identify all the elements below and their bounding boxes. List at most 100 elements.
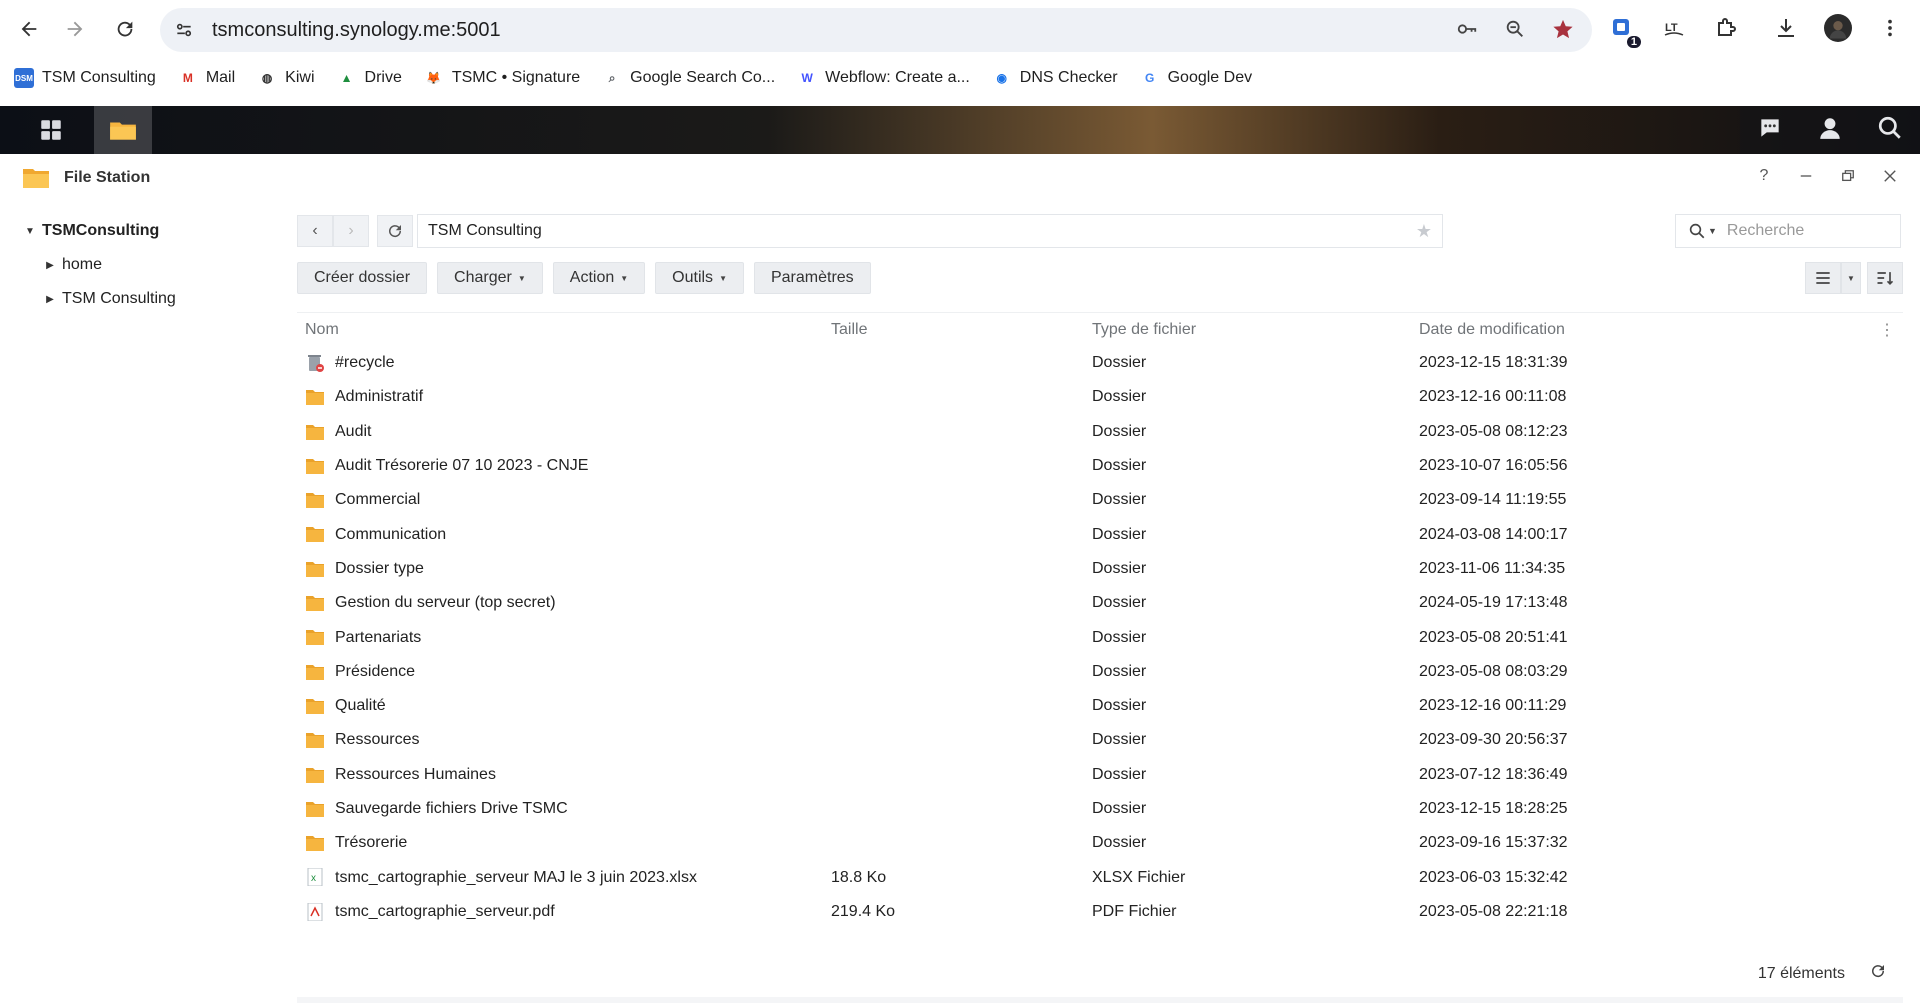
- globe-icon: ◍: [261, 71, 273, 85]
- table-row[interactable]: #recycle Dossier 2023-12-15 18:31:39: [297, 346, 1903, 380]
- column-header-size[interactable]: Taille: [831, 321, 867, 339]
- back-button[interactable]: [12, 12, 46, 46]
- create-folder-button[interactable]: Créer dossier: [297, 262, 428, 294]
- help-button[interactable]: ?: [1754, 166, 1774, 186]
- svg-text:LT: LT: [1665, 22, 1678, 34]
- column-options-icon[interactable]: ⋮: [1879, 320, 1895, 340]
- caret-right-icon[interactable]: ▶: [44, 294, 56, 305]
- bookmark-item[interactable]: W Webflow: Create a...: [797, 68, 970, 88]
- bookmark-item[interactable]: M Mail: [178, 68, 235, 88]
- profile-avatar[interactable]: [1822, 12, 1854, 44]
- search-input[interactable]: ▼ Recherche: [1675, 214, 1901, 248]
- menu-kebab-icon[interactable]: [1874, 12, 1906, 44]
- favorite-star-icon[interactable]: ★: [1416, 221, 1432, 242]
- table-row[interactable]: tsmc_cartographie_serveur.pdf 219.4 Ko PDF…: [297, 895, 1903, 929]
- browser-chrome: tsmconsulting.synology.me:5001 1 LT DSM T…: [0, 0, 1920, 106]
- tree-root-tsmconsulting[interactable]: ▼ TSMConsulting: [0, 214, 280, 248]
- extensions-puzzle-icon[interactable]: [1710, 12, 1742, 44]
- restore-button[interactable]: [1838, 166, 1858, 186]
- column-header-date[interactable]: Date de modification: [1419, 321, 1565, 339]
- bookmark-item[interactable]: 🦊 TSMC • Signature: [424, 68, 580, 88]
- table-row[interactable]: Ressources Dossier 2023-09-30 20:56:37: [297, 723, 1903, 757]
- tree-item-tsm-consulting[interactable]: ▶ TSM Consulting: [0, 282, 280, 316]
- bookmark-item[interactable]: DSM TSM Consulting: [14, 68, 156, 88]
- horizontal-scrollbar[interactable]: [297, 997, 1903, 1003]
- bookmark-item[interactable]: ▲ Drive: [337, 68, 402, 88]
- chat-icon[interactable]: [1757, 115, 1783, 146]
- toolbar: Créer dossier Charger ▼ Action ▼ Outils ▼ P…: [297, 262, 871, 294]
- table-row[interactable]: Partenariats Dossier 2023-05-08 20:51:41: [297, 620, 1903, 654]
- window-title: File Station: [64, 169, 151, 186]
- bookmark-label: Webflow: Create a...: [825, 69, 970, 86]
- file-date: 2023-12-15 18:28:25: [1419, 800, 1568, 817]
- settings-button[interactable]: Paramètres: [753, 262, 871, 294]
- view-dropdown-button[interactable]: ▼: [1841, 262, 1861, 294]
- table-row[interactable]: Communication Dossier 2024-03-08 14:00:17: [297, 517, 1903, 551]
- file-type: Dossier: [1092, 457, 1147, 475]
- address-bar[interactable]: tsmconsulting.synology.me:5001: [160, 8, 1592, 52]
- table-row[interactable]: x tsmc_cartographie_serveur MAJ le 3 juin…: [297, 860, 1903, 894]
- bookmark-item[interactable]: ◉ DNS Checker: [992, 68, 1118, 88]
- reload-button[interactable]: [108, 12, 142, 46]
- download-icon[interactable]: [1770, 12, 1802, 44]
- search-icon[interactable]: [1877, 115, 1903, 146]
- file-station-taskbar-button[interactable]: [94, 106, 152, 154]
- zoom-icon[interactable]: [1502, 16, 1528, 42]
- action-button[interactable]: Action ▼: [552, 262, 646, 294]
- bookmark-star-icon[interactable]: [1550, 16, 1576, 42]
- table-row[interactable]: Commercial Dossier 2023-09-14 11:19:55: [297, 483, 1903, 517]
- bookmark-label: Drive: [364, 69, 402, 86]
- table-row[interactable]: Audit Dossier 2023-05-08 08:12:23: [297, 415, 1903, 449]
- table-row[interactable]: Dossier type Dossier 2023-11-06 11:34:35: [297, 552, 1903, 586]
- upload-button[interactable]: Charger ▼: [437, 262, 543, 294]
- site-info-icon[interactable]: [166, 12, 202, 48]
- table-row[interactable]: Sauvegarde fichiers Drive TSMC Dossier 202…: [297, 792, 1903, 826]
- forward-button[interactable]: [58, 12, 92, 46]
- tools-button[interactable]: Outils ▼: [655, 262, 744, 294]
- status-refresh-icon[interactable]: [1869, 962, 1887, 985]
- caret-down-icon[interactable]: ▼: [1708, 226, 1717, 236]
- sort-button[interactable]: [1867, 262, 1903, 294]
- caret-right-icon[interactable]: ▶: [44, 260, 56, 271]
- file-name: Ressources: [335, 731, 420, 749]
- file-date: 2023-05-08 08:12:23: [1419, 422, 1568, 440]
- table-row[interactable]: Audit Trésorerie 07 10 2023 - CNJE Dossie…: [297, 449, 1903, 483]
- xlsx-file-icon: x: [305, 867, 325, 887]
- tree-item-home[interactable]: ▶ home: [0, 248, 280, 282]
- refresh-button[interactable]: [377, 215, 413, 247]
- file-name: Sauvegarde fichiers Drive TSMC: [335, 800, 568, 817]
- table-row[interactable]: Ressources Humaines Dossier 2023-07-12 18:…: [297, 758, 1903, 792]
- languagetool-icon[interactable]: LT: [1658, 12, 1690, 44]
- window-titlebar[interactable]: File Station ?: [0, 154, 1920, 202]
- caret-down-icon[interactable]: ▼: [24, 226, 36, 237]
- user-icon[interactable]: [1817, 115, 1843, 146]
- path-back-button[interactable]: ‹: [297, 215, 333, 247]
- bookmark-item[interactable]: G Google Dev: [1140, 68, 1252, 88]
- table-row[interactable]: Gestion du serveur (top secret) Dossier 20…: [297, 586, 1903, 620]
- minimize-button[interactable]: [1796, 166, 1816, 186]
- path-forward-button[interactable]: ›: [333, 215, 369, 247]
- path-field[interactable]: TSM Consulting ★: [417, 214, 1443, 248]
- extension-tab-manager-icon[interactable]: 1: [1606, 12, 1641, 48]
- folder-icon: [305, 423, 325, 441]
- column-header-name[interactable]: Nom: [305, 321, 339, 339]
- status-bar: 17 éléments: [1758, 962, 1887, 985]
- list-view-button[interactable]: [1805, 262, 1841, 294]
- recycle-bin-icon: [305, 354, 325, 372]
- folder-icon: [305, 731, 325, 749]
- bookmark-item[interactable]: ⌕ Google Search Co...: [602, 68, 775, 88]
- close-button[interactable]: [1880, 166, 1900, 186]
- main-menu-button[interactable]: [22, 106, 80, 154]
- table-row[interactable]: Trésorerie Dossier 2023-09-16 15:37:32: [297, 826, 1903, 860]
- table-row[interactable]: Administratif Dossier 2023-12-16 00:11:08: [297, 380, 1903, 414]
- column-header-type[interactable]: Type de fichier: [1092, 321, 1196, 339]
- close-icon: [1884, 170, 1896, 182]
- folder-icon: [305, 594, 325, 612]
- table-row[interactable]: Qualité Dossier 2023-12-16 00:11:29: [297, 689, 1903, 723]
- gmail-icon: M: [182, 71, 193, 85]
- file-date: 2023-12-16 00:11:08: [1419, 388, 1567, 406]
- file-date: 2023-06-03 15:32:42: [1419, 868, 1568, 886]
- password-key-icon[interactable]: [1454, 16, 1480, 42]
- table-row[interactable]: Présidence Dossier 2023-05-08 08:03:29: [297, 655, 1903, 689]
- bookmark-item[interactable]: ◍ Kiwi: [257, 68, 315, 88]
